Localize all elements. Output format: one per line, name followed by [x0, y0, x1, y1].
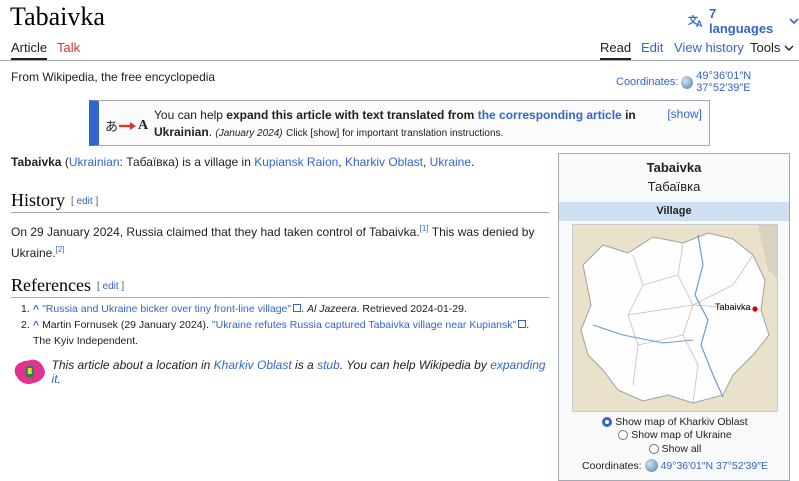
external-link-icon	[518, 320, 527, 328]
stub-oblast-link[interactable]: Kharkiv Oblast	[214, 358, 292, 372]
coordinates-top: Coordinates: 49°36′01″N 37°52′39″E	[616, 70, 799, 94]
tab-article[interactable]: Article	[11, 40, 48, 60]
radio-ukraine[interactable]: Show map of Ukraine	[559, 429, 791, 443]
history-edit-link[interactable]: edit	[77, 196, 93, 207]
tools-label: Tools	[750, 40, 781, 55]
list-item: 1. ^ "Russia and Ukraine bicker over tin…	[21, 303, 467, 315]
stub-link[interactable]: stub	[317, 358, 340, 372]
references-edit-link[interactable]: edit	[103, 281, 119, 292]
corresponding-article-link[interactable]: the corresponding article	[478, 108, 622, 122]
infobox-coordinates: Coordinates: 49°36′01″N 37°52′39″E	[582, 459, 768, 472]
globe-icon[interactable]	[644, 459, 658, 472]
kupiansk-raion-link[interactable]: Kupiansk Raion	[254, 155, 338, 169]
radio-button[interactable]	[618, 430, 629, 441]
map-marker-label: Tabaivka	[715, 302, 751, 312]
page-title: Tabaivka	[10, 2, 105, 31]
coordinates-value[interactable]: 49°36′01″N 37°52′39″E	[696, 70, 799, 94]
stub-notice: This article about a location in Kharkiv…	[12, 358, 552, 386]
location-map[interactable]: Tabaivka	[572, 224, 778, 412]
history-heading: History[ edit ]	[11, 190, 549, 213]
tab-talk[interactable]: Talk	[57, 40, 80, 55]
languages-label: 7 languages	[708, 6, 774, 36]
tab-view-history[interactable]: View history	[674, 40, 744, 55]
globe-icon[interactable]	[681, 75, 694, 89]
radio-button[interactable]	[602, 416, 613, 427]
reference-title-link[interactable]: "Ukraine refutes Russia captured Tabaivk…	[212, 319, 516, 331]
show-instructions-link[interactable]: [show]	[667, 107, 702, 121]
list-item: 2. ^ Martin Fornusek (29 January 2024). …	[21, 319, 530, 347]
tools-menu[interactable]: Tools	[750, 40, 794, 55]
references-list: 1. ^ "Russia and Ukraine bicker over tin…	[21, 301, 548, 349]
lead-paragraph: Tabaivka (Ukrainian: Табаївка) is a vill…	[11, 155, 475, 169]
languages-button[interactable]: 文 A 7 languages	[688, 6, 799, 36]
chevron-down-icon	[789, 18, 799, 25]
svg-text:A: A	[696, 19, 703, 28]
infobox-native-name: Табаївка	[647, 179, 701, 194]
infobox: Tabaivka Табаївка Village Tabaivka Show …	[558, 153, 790, 481]
translation-notice: あ A You can help expand this article wit…	[89, 100, 710, 146]
coordinates-label[interactable]: Coordinates:	[616, 76, 678, 88]
ref-2-link[interactable]: [2]	[56, 245, 65, 254]
chevron-down-icon	[784, 45, 794, 51]
infobox-coordinates-link[interactable]: 49°36′01″N 37°52′39″E	[661, 460, 768, 472]
translate-icon: 文 A	[688, 14, 703, 28]
kharkiv-oblast-link[interactable]: Kharkiv Oblast	[345, 155, 423, 169]
backlink-caret[interactable]: ^	[33, 303, 39, 315]
ukrainian-link[interactable]: Ukrainian	[69, 155, 120, 169]
site-subtitle: From Wikipedia, the free encyclopedia	[11, 70, 216, 84]
infobox-title: Tabaivka	[646, 160, 702, 175]
translate-arrow-icon: あ A	[105, 117, 149, 135]
radio-kharkiv-oblast[interactable]: Show map of Kharkiv Oblast	[559, 415, 791, 429]
references-heading: References[ edit ]	[11, 275, 549, 298]
reference-title-link[interactable]: "Russia and Ukraine bicker over tiny fro…	[42, 303, 291, 315]
map-switcher: Show map of Kharkiv Oblast Show map of U…	[559, 415, 791, 456]
tab-bar: Article Talk Read Edit View history Tool…	[0, 36, 799, 61]
infobox-type: Village	[559, 202, 789, 221]
tab-edit[interactable]: Edit	[641, 40, 663, 55]
translation-notice-text: You can help expand this article with te…	[154, 108, 636, 139]
external-link-icon	[293, 304, 302, 312]
ref-1-link[interactable]: [1]	[420, 224, 429, 233]
oblast-emblem-icon	[14, 359, 45, 385]
ukraine-link[interactable]: Ukraine	[430, 155, 471, 169]
tab-read[interactable]: Read	[600, 40, 632, 60]
history-paragraph: On 29 January 2024, Russia claimed that …	[11, 224, 535, 260]
radio-show-all[interactable]: Show all	[559, 442, 791, 456]
oblast-map-image	[573, 225, 777, 411]
radio-button[interactable]	[648, 443, 659, 454]
backlink-caret[interactable]: ^	[33, 319, 39, 331]
